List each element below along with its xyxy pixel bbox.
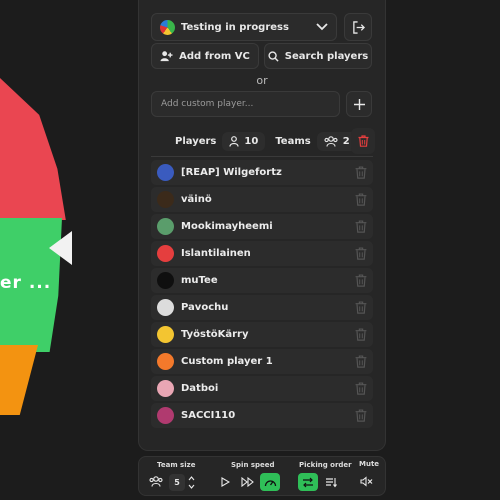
picking-order-alternate-button[interactable] [298, 473, 318, 491]
player-avatar [157, 353, 174, 370]
remove-player-trash-icon[interactable] [355, 274, 367, 287]
chevron-down-icon [316, 23, 328, 31]
team-icon [324, 135, 338, 147]
play-icon [220, 477, 230, 487]
remove-player-trash-icon[interactable] [355, 328, 367, 341]
wheel-segment-label: er ... [0, 273, 52, 293]
player-row[interactable]: Custom player 1 [151, 349, 373, 374]
player-avatar [157, 299, 174, 316]
logout-button[interactable] [344, 13, 372, 41]
players-count: 10 [244, 135, 259, 147]
player-name: Datboi [181, 383, 219, 394]
player-name: SACCI110 [181, 410, 236, 421]
remove-player-trash-icon[interactable] [355, 301, 367, 314]
player-row[interactable]: SACCI110 [151, 403, 373, 428]
counts-row: Players 10 Teams 2 [175, 128, 357, 154]
teams-count-label: Teams [275, 135, 311, 147]
spin-wheel[interactable]: er ... [0, 0, 140, 500]
player-avatar [157, 407, 174, 424]
swap-arrows-icon [303, 477, 313, 487]
speed-normal-button[interactable] [215, 473, 235, 491]
player-name: Mookimayheemi [181, 221, 273, 232]
custom-player-input[interactable] [151, 91, 340, 117]
add-from-vc-button[interactable]: Add from VC [151, 43, 259, 69]
mute-button[interactable] [356, 472, 376, 490]
player-name: [REAP] Wilgefortz [181, 167, 282, 178]
player-avatar [157, 191, 174, 208]
team-size-label: Team size [157, 461, 196, 469]
players-count-badge: 10 [222, 131, 266, 151]
wheel-pointer-icon [49, 231, 72, 265]
divider [151, 156, 373, 157]
player-row[interactable]: muTee [151, 268, 373, 293]
clear-players-button[interactable] [351, 128, 375, 154]
remove-player-trash-icon[interactable] [355, 355, 367, 368]
user-icon [229, 135, 239, 147]
spin-speed-label: Spin speed [231, 461, 275, 469]
search-players-button[interactable]: Search players [264, 43, 372, 69]
player-name: väinö [181, 194, 212, 205]
server-selector[interactable]: Testing in progress [151, 13, 337, 41]
wheel-segment-orange [0, 345, 38, 415]
remove-player-trash-icon[interactable] [355, 409, 367, 422]
controls-bar: Team size 5 Spin speed Picking order [138, 456, 386, 496]
remove-player-trash-icon[interactable] [355, 193, 367, 206]
remove-player-trash-icon[interactable] [355, 220, 367, 233]
player-avatar [157, 245, 174, 262]
list-order-icon [326, 477, 337, 487]
add-from-vc-label: Add from VC [179, 50, 250, 62]
fast-forward-icon [240, 477, 254, 487]
picking-order-sequential-button[interactable] [321, 473, 341, 491]
search-icon [268, 50, 279, 62]
player-row[interactable]: Islantilainen [151, 241, 373, 266]
player-row[interactable]: [REAP] Wilgefortz [151, 160, 373, 185]
mute-control: Mute [359, 456, 496, 496]
logout-icon [352, 20, 365, 34]
player-row[interactable]: Datboi [151, 376, 373, 401]
team-icon [149, 476, 163, 487]
player-name: muTee [181, 275, 218, 286]
add-user-icon [160, 51, 173, 62]
player-avatar [157, 380, 174, 397]
wheel-segment-red [0, 78, 66, 220]
player-name: Pavochu [181, 302, 229, 313]
player-avatar [157, 326, 174, 343]
trash-icon [358, 135, 368, 147]
player-row[interactable]: väinö [151, 187, 373, 212]
player-panel: Testing in progress Add from VC Search p… [138, 0, 386, 451]
player-avatar [157, 218, 174, 235]
server-avatar-icon [160, 19, 175, 35]
or-divider-text: or [256, 74, 268, 87]
player-avatar [157, 272, 174, 289]
remove-player-trash-icon[interactable] [355, 166, 367, 179]
player-row[interactable]: Mookimayheemi [151, 214, 373, 239]
player-row[interactable]: TyöstöKärry [151, 322, 373, 347]
player-name: Islantilainen [181, 248, 251, 259]
player-name: Custom player 1 [181, 356, 273, 367]
players-count-label: Players [175, 135, 217, 147]
server-name: Testing in progress [181, 21, 289, 33]
player-row[interactable]: Pavochu [151, 295, 373, 320]
remove-player-trash-icon[interactable] [355, 382, 367, 395]
team-size-value[interactable]: 5 [169, 474, 185, 491]
player-avatar [157, 164, 174, 181]
remove-player-trash-icon[interactable] [355, 247, 367, 260]
player-name: TyöstöKärry [181, 329, 249, 340]
speaker-muted-icon [359, 475, 372, 487]
speed-instant-button[interactable] [260, 473, 280, 491]
add-custom-player-button[interactable] [346, 91, 372, 117]
stepper-arrows-icon[interactable] [188, 474, 195, 491]
teams-count: 2 [342, 135, 350, 147]
picking-order-label: Picking order [299, 461, 352, 469]
speedometer-icon [264, 479, 276, 486]
player-list: [REAP] Wilgefortz väinö Mookimayheemi Islan… [151, 160, 373, 430]
plus-icon [353, 98, 365, 110]
mute-label: Mute [359, 460, 380, 468]
speed-fast-button[interactable] [237, 473, 257, 491]
search-players-label: Search players [284, 50, 369, 62]
